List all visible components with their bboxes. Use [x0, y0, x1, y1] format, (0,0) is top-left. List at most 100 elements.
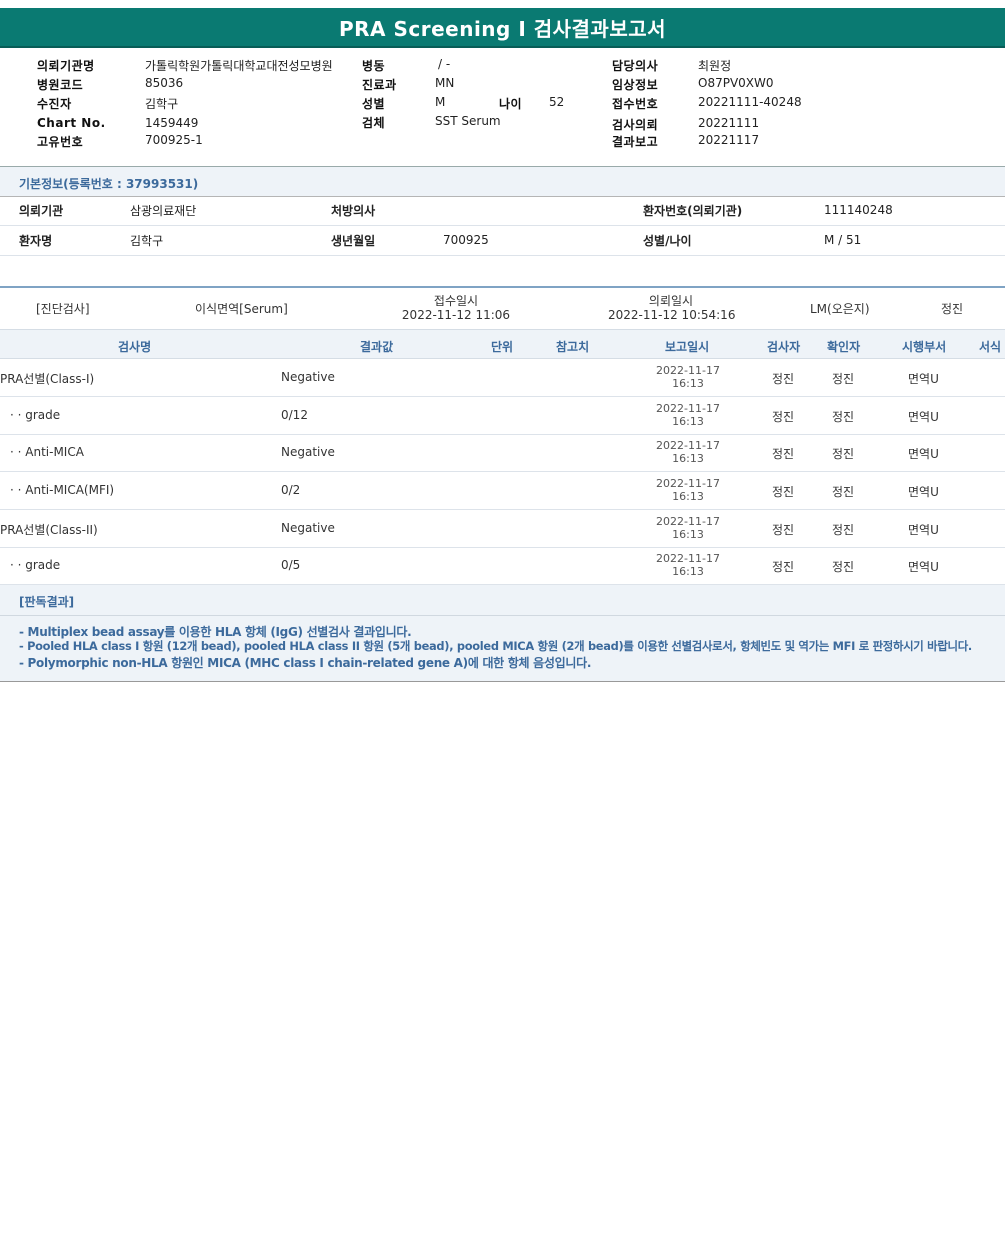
- reviewer: LM(오은지): [810, 302, 870, 316]
- table-row: · · grade 0/5 2022-11-17 16:13 정진 정진 면역U: [0, 547, 1005, 585]
- sex-value: M: [435, 95, 446, 109]
- interpretation-title: [판독결과]: [19, 595, 75, 609]
- doctor-label: 담당의사: [612, 59, 659, 73]
- dept: 면역U: [908, 372, 939, 386]
- patient-label: 수진자: [37, 97, 72, 111]
- hospital-code-value: 85036: [145, 76, 184, 90]
- divider: [0, 286, 1005, 288]
- tester: 정진: [772, 447, 795, 461]
- col-test-name: 검사명: [118, 340, 152, 354]
- requester-label: 의뢰기관명: [37, 59, 95, 73]
- dept-label: 진료과: [362, 78, 397, 92]
- patient-value: 김학구: [145, 97, 179, 111]
- clinical-info-value: O87PV0XW0: [698, 76, 774, 90]
- age-label: 나이: [499, 97, 523, 111]
- test-result: 0/12: [281, 408, 308, 422]
- test-result: 0/5: [281, 558, 301, 572]
- dept: 면역U: [908, 410, 939, 424]
- interpretation-section: [판독결과] - Multiplex bead assay를 이용한 HLA 항…: [0, 585, 1005, 682]
- tester: 정진: [772, 410, 795, 424]
- divider: [0, 615, 1005, 616]
- test-result: Negative: [281, 445, 335, 459]
- sex-label: 성별: [362, 97, 386, 111]
- col-form: 서식: [979, 340, 1002, 354]
- patient-id-label: 환자번호(의뢰기관): [643, 204, 743, 218]
- table-row: · · Anti-MICA Negative 2022-11-17 16:13 …: [0, 434, 1005, 472]
- tester: 정진: [772, 523, 795, 537]
- receipt-no-label: 접수번호: [612, 97, 659, 111]
- results-table-header: 검사명 결과값 단위 참고치 보고일시 검사자 확인자 시행부서 서식: [0, 329, 1005, 359]
- divider: [0, 196, 1005, 197]
- doctor-value: 최원정: [698, 59, 732, 73]
- ward-value: / -: [438, 57, 451, 71]
- report-date: 2022-11-17: [656, 515, 720, 528]
- report-time: 16:13: [672, 528, 704, 541]
- dept-value: MN: [435, 76, 455, 90]
- tester: 정진: [772, 485, 795, 499]
- requested-label: 의뢰일시: [648, 294, 694, 308]
- test-request-label: 검사의뢰: [612, 118, 659, 132]
- checker: 정진: [832, 447, 855, 461]
- table-row: PRA선별(Class-II) Negative 2022-11-17 16:1…: [0, 510, 1005, 548]
- receipt-no-value: 20221111-40248: [698, 95, 802, 109]
- patient-name-value: 김학구: [130, 234, 164, 248]
- col-reference: 참고치: [556, 340, 590, 354]
- specimen-value: SST Serum: [435, 114, 501, 128]
- test-name: PRA선별(Class-I): [0, 372, 95, 386]
- col-tester: 검사자: [767, 340, 801, 354]
- order-tester: 정진: [941, 302, 964, 316]
- order-dept: 이식면역[Serum]: [195, 302, 288, 316]
- report-time: 16:13: [672, 565, 704, 578]
- dept: 면역U: [908, 523, 939, 537]
- basic-info-title: 기본정보(등록번호 : 37993531): [19, 177, 199, 191]
- report-time: 16:13: [672, 377, 704, 390]
- institution-value: 삼광의료재단: [130, 204, 197, 218]
- clinical-info-label: 임상정보: [612, 78, 659, 92]
- report-time: 16:13: [672, 415, 704, 428]
- hospital-code-label: 병원코드: [37, 78, 84, 92]
- ward-label: 병동: [362, 59, 386, 73]
- col-unit: 단위: [491, 340, 514, 354]
- report-date: 2022-11-17: [656, 477, 720, 490]
- dept: 면역U: [908, 447, 939, 461]
- test-name: PRA선별(Class-II): [0, 523, 98, 537]
- result-report-label: 결과보고: [612, 135, 659, 149]
- unique-no-label: 고유번호: [37, 135, 84, 149]
- dept: 면역U: [908, 485, 939, 499]
- birthdate-label: 생년월일: [331, 234, 376, 248]
- birthdate-value: 700925: [443, 233, 489, 247]
- requester-value: 가톨릭학원가톨릭대학교대전성모병원: [145, 59, 333, 73]
- checker: 정진: [832, 560, 855, 574]
- test-result: Negative: [281, 370, 335, 384]
- received-label: 접수일시: [433, 294, 479, 308]
- table-row: · · grade 0/12 2022-11-17 16:13 정진 정진 면역…: [0, 397, 1005, 435]
- basic-info-header: 기본정보(등록번호 : 37993531): [0, 166, 1005, 196]
- tester: 정진: [772, 560, 795, 574]
- test-category: [진단검사]: [36, 302, 90, 316]
- institution-label: 의뢰기관: [19, 204, 64, 218]
- report-date: 2022-11-17: [656, 552, 720, 565]
- age-value: 52: [549, 95, 565, 109]
- test-result: Negative: [281, 521, 335, 535]
- test-name: · · grade: [10, 558, 61, 572]
- tester: 정진: [772, 372, 795, 386]
- col-checker: 확인자: [827, 340, 861, 354]
- chart-no-label: Chart No.: [37, 116, 106, 130]
- report-date: 2022-11-17: [656, 364, 720, 377]
- col-reported: 보고일시: [665, 340, 710, 354]
- test-name: · · grade: [10, 408, 61, 422]
- report-date: 2022-11-17: [656, 439, 720, 452]
- report-time: 16:13: [672, 452, 704, 465]
- patient-id-value: 111140248: [824, 203, 893, 217]
- sex-age-value: M / 51: [824, 233, 862, 247]
- checker: 정진: [832, 410, 855, 424]
- dept: 면역U: [908, 560, 939, 574]
- report-time: 16:13: [672, 490, 704, 503]
- interpretation-line: - Pooled HLA class I 항원 (12개 bead), pool…: [19, 639, 972, 653]
- patient-name-label: 환자명: [19, 234, 53, 248]
- checker: 정진: [832, 523, 855, 537]
- report-title-bar: PRA Screening I 검사결과보고서: [0, 8, 1005, 48]
- specimen-label: 검체: [362, 116, 386, 130]
- divider: [0, 225, 1005, 226]
- requested-datetime: 2022-11-12 10:54:16: [608, 308, 736, 322]
